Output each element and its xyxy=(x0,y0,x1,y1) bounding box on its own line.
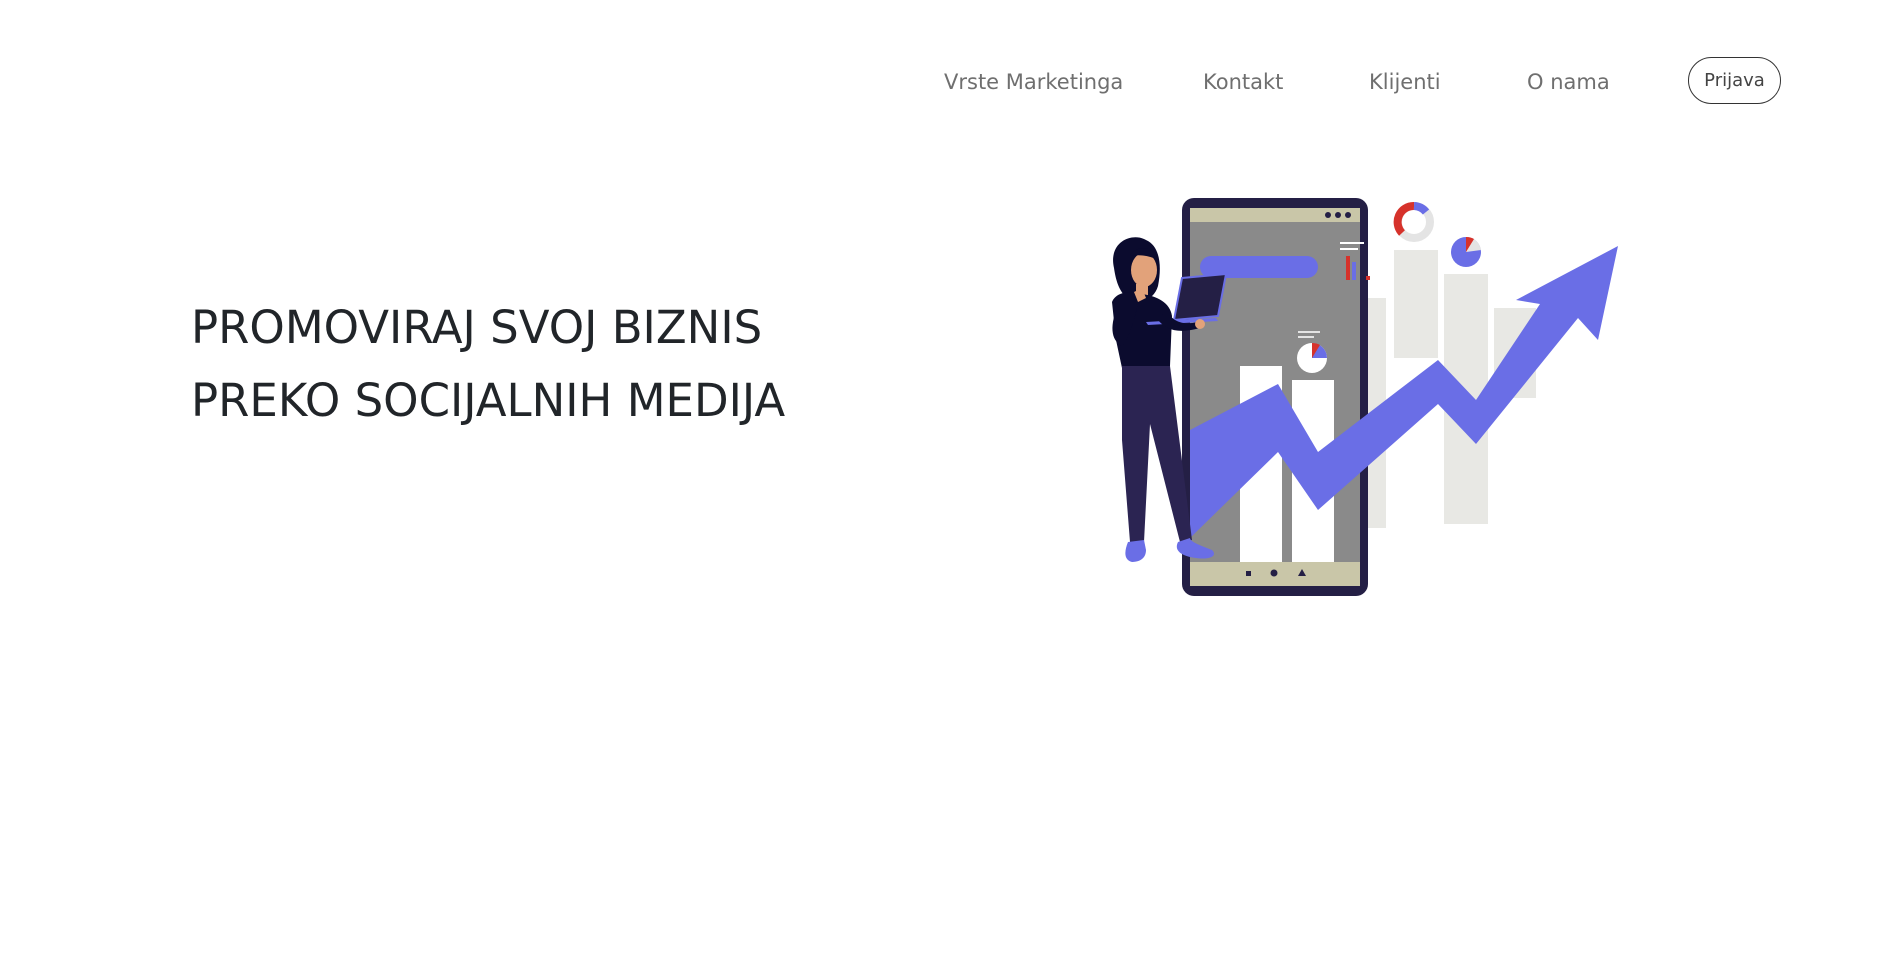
nav-link-vrste-marketinga[interactable]: Vrste Marketinga xyxy=(944,68,1123,96)
login-button[interactable]: Prijava xyxy=(1688,57,1781,104)
pie-chart-icon xyxy=(1451,236,1481,267)
page: Vrste Marketinga Kontakt Klijenti O nama… xyxy=(0,0,1904,969)
nav-link-kontakt[interactable]: Kontakt xyxy=(1203,68,1283,96)
donut-chart-icon xyxy=(1393,202,1434,242)
nav-link-klijenti[interactable]: Klijenti xyxy=(1369,68,1441,96)
top-navigation: Vrste Marketinga Kontakt Klijenti O nama… xyxy=(0,0,1904,165)
hero-title-line-1: PROMOVIRAJ SVOJ BIZNIS xyxy=(191,301,763,354)
hero-title: PROMOVIRAJ SVOJ BIZNIS PREKO SOCIJALNIH … xyxy=(191,291,785,437)
woman-with-laptop-growth-chart-illustration xyxy=(1112,198,1618,596)
nav-link-o-nama[interactable]: O nama xyxy=(1527,68,1610,96)
hero-title-line-2: PREKO SOCIJALNIH MEDIJA xyxy=(191,374,786,427)
